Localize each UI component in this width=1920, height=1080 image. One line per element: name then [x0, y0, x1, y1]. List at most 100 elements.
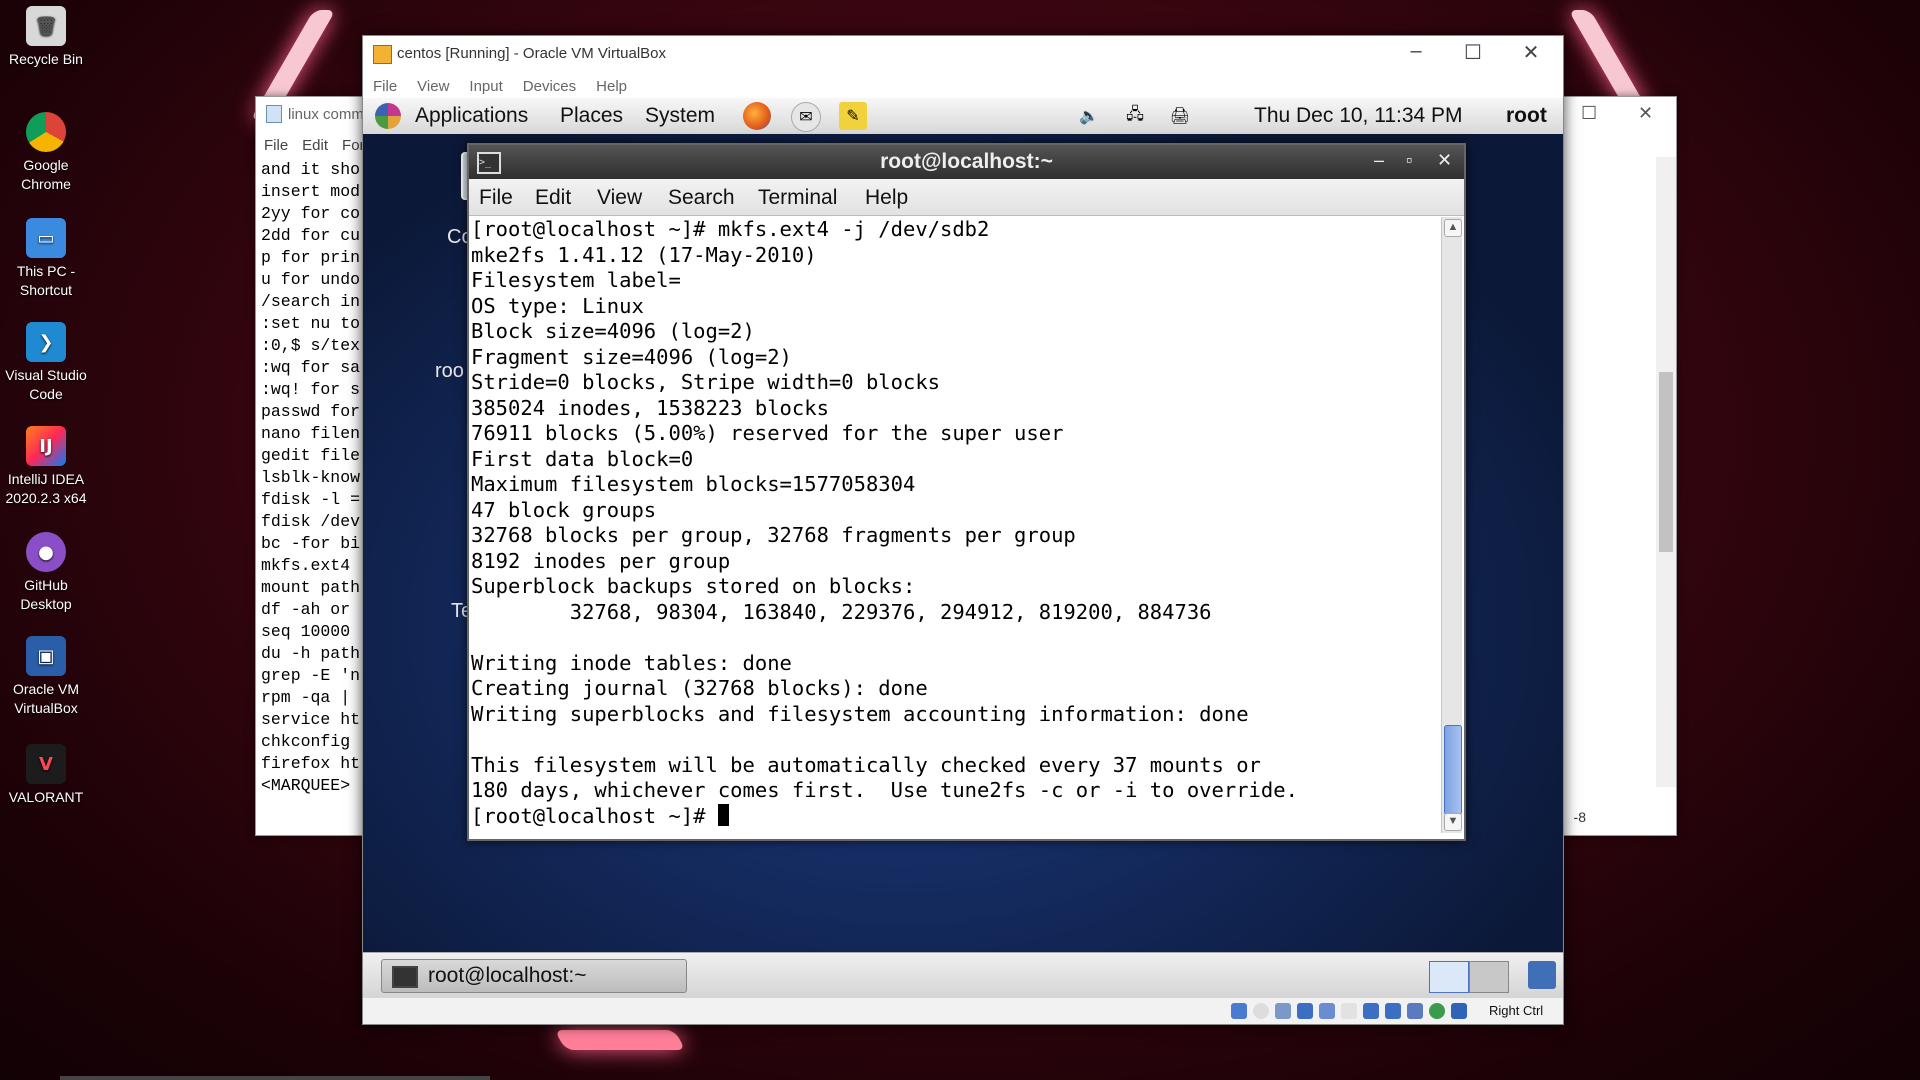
notepad-line: /search in: [261, 292, 361, 311]
workspace-1[interactable]: [1429, 961, 1469, 993]
notepad-line: bc -for bi: [261, 534, 361, 553]
vb-menu-file[interactable]: File: [373, 78, 397, 95]
scroll-up-icon[interactable]: ▲: [1444, 219, 1462, 237]
terminal-menu-help[interactable]: Help: [865, 186, 908, 210]
maximize-icon[interactable]: ☐: [1450, 40, 1496, 65]
firefox-icon[interactable]: [743, 102, 771, 130]
notepad-menu-edit[interactable]: Edit: [302, 137, 328, 154]
close-icon[interactable]: ✕: [1638, 103, 1653, 124]
display-icon[interactable]: [1363, 1003, 1379, 1019]
terminal-menu-view[interactable]: View: [597, 186, 642, 210]
minimize-icon[interactable]: –: [1393, 40, 1439, 63]
desktop-icon-label: Google Chrome: [21, 157, 71, 192]
panel-menu-places[interactable]: Places: [560, 104, 623, 128]
panel-clock[interactable]: Thu Dec 10, 11:34 PM: [1254, 104, 1463, 128]
optical-drive-icon[interactable]: [1253, 1003, 1269, 1019]
guest-screen[interactable]: Applications Places System ✉ ✎ 🔈 🖧 🖨 Thu…: [363, 98, 1563, 998]
terminal-menu-terminal[interactable]: Terminal: [758, 186, 837, 210]
vb-menu-view[interactable]: View: [417, 78, 449, 95]
terminal-window[interactable]: >_ root@localhost:~ – ▫ ✕ File Edit View…: [467, 143, 1466, 841]
terminal-prompt: [root@localhost ~]#: [471, 803, 718, 828]
terminal-output[interactable]: [root@localhost ~]# mkfs.ext4 -j /dev/sd…: [471, 217, 1433, 833]
trash-icon[interactable]: [1528, 961, 1556, 989]
mouse-integration-icon[interactable]: [1429, 1003, 1445, 1019]
desktop-icon-recycle-bin[interactable]: 🗑 Recycle Bin: [4, 6, 88, 69]
audio-icon[interactable]: [1275, 1003, 1291, 1019]
notepad-scrollbar[interactable]: [1656, 157, 1676, 787]
virtualbox-title: centos [Running] - Oracle VM VirtualBox: [397, 45, 667, 62]
terminal-menu-bar: File Edit View Search Terminal Help: [469, 179, 1464, 216]
recycle-bin-icon: 🗑: [26, 6, 66, 46]
desktop-icon-valorant[interactable]: V VALORANT: [4, 744, 88, 807]
vscode-icon: ❯: [26, 322, 66, 362]
notepad-line: du -h path: [261, 644, 361, 663]
notepad-line: fdisk /dev: [261, 512, 361, 531]
volume-icon[interactable]: 🔈: [1075, 102, 1103, 130]
recording-icon[interactable]: [1385, 1003, 1401, 1019]
notepad-line: df -ah or: [261, 600, 361, 619]
wallpaper-glow-bottom: [554, 1030, 686, 1050]
notepad-line: mount path: [261, 578, 361, 597]
cpu-icon[interactable]: [1407, 1003, 1423, 1019]
desktop-icon-label: VALORANT: [8, 789, 84, 805]
desktop-icon-vscode[interactable]: ❯ Visual Studio Code: [4, 322, 88, 404]
network-icon[interactable]: 🖧: [1121, 102, 1149, 130]
panel-menu-system[interactable]: System: [645, 104, 715, 128]
notepad-line: rpm -qa |: [261, 688, 361, 707]
terminal-menu-file[interactable]: File: [479, 186, 513, 210]
virtualbox-title-bar: centos [Running] - Oracle VM VirtualBox …: [363, 36, 1563, 72]
desktop-icon-intellij[interactable]: IJ IntelliJ IDEA 2020.2.3 x64: [4, 426, 88, 508]
notepad-title-bar: linux comm: [266, 105, 364, 123]
workspace-2[interactable]: [1469, 961, 1509, 993]
notepad-menu-file[interactable]: File: [264, 137, 288, 154]
notepad-status-encoding: -8: [1573, 809, 1586, 825]
email-icon[interactable]: ✉: [791, 102, 821, 132]
update-icon[interactable]: 🖨: [1166, 102, 1194, 130]
notepad-scrollbar-thumb[interactable]: [1659, 372, 1673, 552]
notepad-text-area[interactable]: and it sho insert mode 2yy for co 2dd for c…: [261, 159, 361, 797]
desktop-icon-github[interactable]: ● GitHub Desktop: [4, 532, 88, 614]
scroll-down-icon[interactable]: ▼: [1444, 813, 1462, 831]
keyboard-icon[interactable]: [1451, 1003, 1467, 1019]
minimize-icon[interactable]: –: [1374, 150, 1384, 171]
vb-menu-input[interactable]: Input: [469, 78, 502, 95]
usb-icon[interactable]: [1319, 1003, 1335, 1019]
terminal-title-bar: >_ root@localhost:~ – ▫ ✕: [469, 145, 1464, 179]
notepad-menu-bar: File Edit For: [264, 137, 365, 154]
valorant-icon: V: [26, 744, 66, 784]
desktop-icon-label: Recycle Bin: [9, 51, 83, 67]
virtualbox-icon: ▣: [26, 636, 66, 676]
terminal-scrollbar-thumb[interactable]: [1444, 725, 1462, 815]
taskbar-terminal-button[interactable]: root@localhost:~: [381, 959, 687, 993]
terminal-menu-search[interactable]: Search: [668, 186, 735, 210]
taskbar-terminal-label: root@localhost:~: [428, 964, 587, 987]
close-icon[interactable]: ✕: [1437, 150, 1452, 171]
desktop-icon-this-pc[interactable]: ▭ This PC - Shortcut: [4, 218, 88, 300]
maximize-icon[interactable]: ☐: [1581, 103, 1597, 124]
vb-menu-help[interactable]: Help: [596, 78, 627, 95]
terminal-menu-edit[interactable]: Edit: [535, 186, 571, 210]
maximize-icon[interactable]: ▫: [1406, 150, 1412, 171]
terminal-cursor: [717, 803, 729, 826]
applications-icon: [375, 103, 401, 129]
panel-user[interactable]: root: [1506, 104, 1547, 128]
notes-icon[interactable]: ✎: [839, 102, 867, 130]
notepad-line: u for undo: [261, 270, 361, 289]
network-status-icon[interactable]: [1297, 1003, 1313, 1019]
notepad-line: chkconfig: [261, 732, 361, 751]
desktop-icon-virtualbox[interactable]: ▣ Oracle VM VirtualBox: [4, 636, 88, 718]
notepad-line: lsblk-know: [261, 468, 361, 487]
notepad-line: p for prin: [261, 248, 361, 267]
panel-menu-applications[interactable]: Applications: [415, 104, 528, 128]
close-icon[interactable]: ✕: [1508, 40, 1554, 65]
notepad-title: linux comm: [288, 105, 364, 123]
desktop-icon-chrome[interactable]: Google Chrome: [4, 112, 88, 194]
notepad-line: service ht: [261, 710, 361, 729]
terminal-scrollbar[interactable]: ▲ ▼: [1441, 217, 1462, 833]
gnome-bottom-panel: root@localhost:~: [363, 952, 1563, 998]
notepad-line: :set nu to: [261, 314, 361, 333]
hard-disk-icon[interactable]: [1231, 1003, 1247, 1019]
vb-menu-devices[interactable]: Devices: [523, 78, 576, 95]
virtualbox-window[interactable]: centos [Running] - Oracle VM VirtualBox …: [362, 35, 1564, 1025]
shared-folders-icon[interactable]: [1341, 1003, 1357, 1019]
